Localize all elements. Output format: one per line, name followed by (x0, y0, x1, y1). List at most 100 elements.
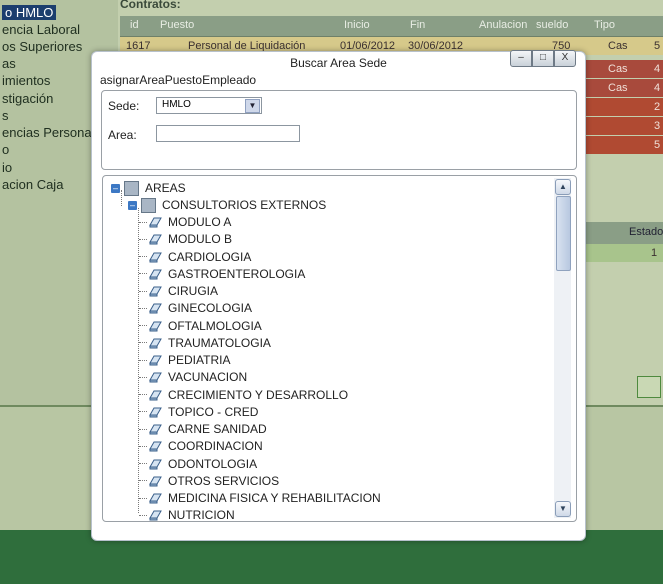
area-input[interactable] (156, 125, 300, 142)
tree-leaf-item[interactable]: ODONTOLOGIA (139, 456, 257, 472)
form-name: asignarAreaPuestoEmpleado (100, 73, 257, 87)
sede-select[interactable]: HMLO ▼ (156, 97, 262, 114)
tree-connector (139, 428, 147, 430)
column-header-anulacion[interactable]: Anulacion (479, 19, 527, 31)
tree-connector (139, 290, 147, 292)
tree-connector (139, 497, 147, 499)
cell-extra: 4 (654, 63, 661, 75)
column-header-inicio[interactable]: Inicio (344, 19, 370, 31)
area-leaf-icon (149, 234, 162, 245)
tree-leaf-item[interactable]: GINECOLOGIA (139, 300, 252, 316)
nav-item-hmlo[interactable]: o HMLO (2, 5, 57, 20)
tree-leaf-item[interactable]: MEDICINA FISICA Y REHABILITACION (139, 490, 381, 506)
search-fieldset: Sede: HMLO ▼ Area: (101, 90, 577, 170)
tree-node-label: TOPICO - CRED (168, 404, 259, 419)
vertical-scrollbar[interactable]: ▲ ▼ (554, 178, 571, 518)
tree-node-label: ODONTOLOGIA (168, 456, 258, 471)
tree-connector (139, 342, 147, 344)
contracts-title: Contratos: (120, 0, 181, 11)
collapse-icon[interactable]: – (111, 183, 120, 193)
area-leaf-icon (149, 217, 162, 228)
tree-node-label: TRAUMATOLOGIA (168, 335, 271, 350)
nav-item-as[interactable]: as (2, 56, 16, 71)
secondary-table-header: Estado (577, 222, 663, 244)
area-leaf-icon (149, 390, 162, 400)
tree-leaf-item[interactable]: OFTALMOLOGIA (139, 318, 262, 334)
tree-leaf-item[interactable]: CARDIOLOGIA (139, 249, 251, 265)
area-leaf-icon (149, 424, 162, 435)
nav-item-estudios-superiores[interactable]: os Superiores (2, 39, 82, 54)
tree-leaf-item[interactable]: CRECIMIENTO Y DESARROLLO (139, 387, 348, 403)
tree-node-label: MEDICINA FISICA Y REHABILITACION (168, 491, 381, 505)
scroll-up-icon[interactable]: ▲ (555, 179, 571, 195)
scroll-thumb[interactable] (556, 196, 571, 271)
table-row[interactable]: 1 (577, 244, 663, 262)
tree-leaf-item[interactable]: TOPICO - CRED (139, 404, 258, 420)
tree-leaf-item[interactable]: MODULO A (139, 214, 231, 230)
tree-node-label: MODULO B (168, 232, 233, 247)
folder-icon (141, 197, 156, 213)
nav-item-investigacion[interactable]: stigación (2, 91, 53, 106)
nav-item-o[interactable]: o (2, 142, 9, 157)
cell-estado: 1 (651, 247, 658, 259)
tree-node-label: CIRUGIA (168, 284, 219, 298)
area-leaf-icon (149, 459, 162, 469)
area-leaf-icon (149, 338, 162, 349)
tree-node-label: MODULO A (168, 215, 232, 229)
tree-connector (139, 325, 147, 326)
tree-connector (139, 445, 147, 447)
area-leaf-icon (149, 286, 162, 297)
nav-item-reconocimientos[interactable]: imientos (2, 73, 50, 88)
window-controls: – □ X (510, 50, 576, 67)
tree-leaf-item[interactable]: CIRUGIA (139, 283, 218, 299)
tree-node-label: OTROS SERVICIOS (168, 473, 280, 488)
scroll-down-icon[interactable]: ▼ (555, 501, 571, 517)
tree-node-label: NUTRICION (168, 508, 235, 522)
tree-leaf-item[interactable]: TRAUMATOLOGIA (139, 335, 271, 351)
tree-leaf-item[interactable]: PEDIATRIA (139, 352, 230, 368)
cell-tipo: Cas (608, 82, 628, 94)
tree-leaf-item[interactable]: NUTRICION (139, 507, 235, 522)
nav-item-s[interactable]: s (2, 108, 9, 123)
nav-item-referencias-personal[interactable]: encias Personal (2, 125, 95, 140)
tree-leaf-item[interactable]: COORDINACION (139, 438, 263, 454)
tree-node-label: AREAS (145, 181, 186, 195)
column-header-tipo[interactable]: Tipo (594, 19, 615, 31)
collapse-icon[interactable]: – (128, 200, 137, 210)
buscar-area-sede-dialog: Buscar Area Sede – □ X asignarAreaPuesto… (91, 50, 586, 541)
maximize-button[interactable]: □ (532, 50, 554, 67)
tree-leaf-item[interactable]: GASTROENTEROLOGIA (139, 266, 305, 282)
tree-node-label: GINECOLOGIA (168, 301, 253, 316)
column-header-puesto[interactable]: Puesto (160, 19, 194, 31)
tree-connector (139, 376, 147, 378)
column-header-id[interactable]: id (130, 19, 139, 31)
tree-node-label: CONSULTORIOS EXTERNOS (162, 198, 327, 212)
tree-root-node[interactable]: – AREAS (111, 180, 186, 196)
contracts-table-header: id Puesto Inicio Fin Anulacion sueldo Ti… (120, 16, 663, 37)
tree-leaf-item[interactable]: VACUNACION (139, 369, 247, 385)
nav-item-experiencia-laboral[interactable]: encia Laboral (2, 22, 80, 37)
cell-extra: 5 (654, 139, 661, 151)
minimize-button[interactable]: – (510, 50, 532, 67)
tree-connector (139, 359, 147, 361)
column-header-estado[interactable]: Estado (629, 226, 663, 238)
cell-extra: 4 (654, 82, 661, 94)
close-button[interactable]: X (554, 50, 576, 67)
balance-icon-button[interactable] (637, 376, 661, 398)
area-leaf-icon (149, 510, 162, 521)
nav-item-io[interactable]: io (2, 160, 12, 175)
column-header-fin[interactable]: Fin (410, 19, 425, 31)
area-tree: – AREAS – CONSULTORIOS EXTERNOS MODULO A… (102, 175, 577, 522)
tree-connector (139, 514, 147, 516)
tree-connector (139, 394, 147, 395)
tree-group-node[interactable]: – CONSULTORIOS EXTERNOS (128, 197, 326, 213)
column-header-sueldo[interactable]: sueldo (536, 19, 568, 31)
cell-extra: 5 (654, 40, 661, 52)
area-leaf-icon (149, 493, 162, 504)
nav-item-liquidacion-caja[interactable]: acion Caja (2, 177, 63, 192)
tree-leaf-item[interactable]: CARNE SANIDAD (139, 421, 267, 437)
chevron-down-icon[interactable]: ▼ (245, 99, 260, 113)
tree-leaf-item[interactable]: OTROS SERVICIOS (139, 473, 279, 489)
tree-leaf-item[interactable]: MODULO B (139, 231, 232, 247)
tree-connector (139, 238, 147, 240)
